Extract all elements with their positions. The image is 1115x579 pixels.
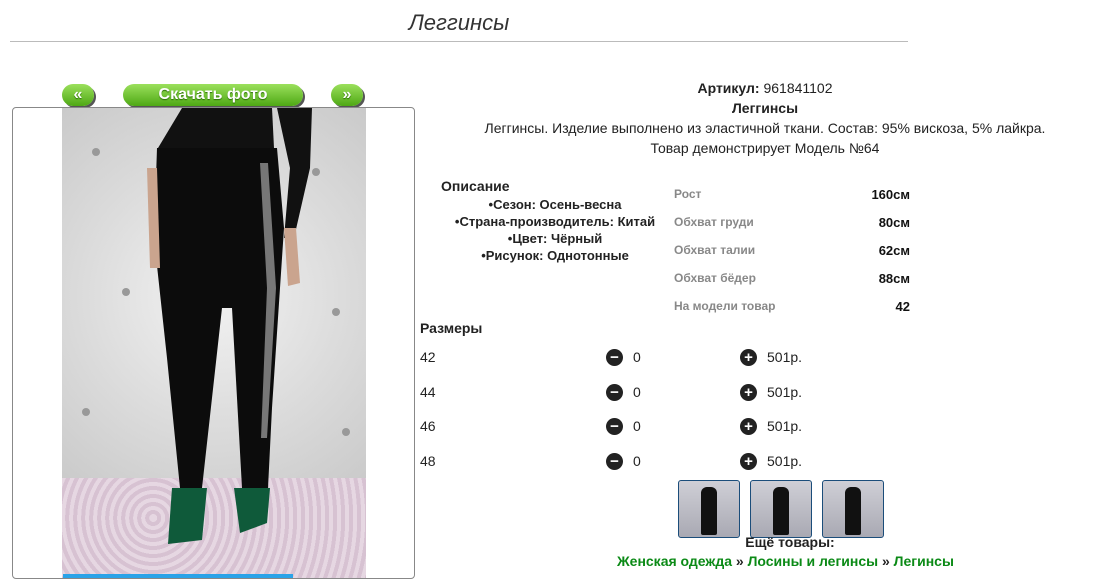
description-block: Описание Сезон: Осень-весна Страна-произ… <box>420 176 690 264</box>
size-price: 501р. <box>767 384 803 400</box>
measure-label: Рост <box>674 187 702 201</box>
model-figure <box>147 108 312 544</box>
measure-row: Обхват талии 62см <box>674 236 910 264</box>
plus-icon[interactable]: + <box>740 349 757 366</box>
measure-row: Обхват груди 80см <box>674 208 910 236</box>
measure-label: На модели товар <box>674 299 776 313</box>
more-products-title: Ещё товары: <box>745 534 835 550</box>
sizes-title: Размеры <box>420 320 483 336</box>
size-value: 46 <box>420 418 436 434</box>
model-note: Товар демонстрирует Модель №64 <box>650 140 880 156</box>
size-price: 501р. <box>767 349 803 365</box>
size-value: 48 <box>420 453 436 469</box>
size-price: 501р. <box>767 418 803 434</box>
thumbnail[interactable] <box>822 480 884 538</box>
minus-icon[interactable]: − <box>606 453 623 470</box>
breadcrumb-link[interactable]: Женская одежда <box>617 553 732 569</box>
description-item: Сезон: Осень-весна <box>420 196 690 213</box>
article-number: 961841102 <box>763 80 833 96</box>
measure-label: Обхват груди <box>674 215 754 229</box>
prev-photo-button[interactable]: « <box>62 84 94 106</box>
size-price: 501р. <box>767 453 803 469</box>
measure-value: 160см <box>871 186 910 202</box>
thumbnail[interactable] <box>678 480 740 538</box>
product-photo-frame <box>12 107 415 579</box>
product-photo[interactable] <box>62 108 366 578</box>
plus-icon[interactable]: + <box>740 453 757 470</box>
quantity-value: 0 <box>633 453 641 469</box>
minus-icon[interactable]: − <box>606 418 623 435</box>
measure-row: На модели товар 42 <box>674 292 910 320</box>
quantity-value: 0 <box>633 349 641 365</box>
description-item: Страна-производитель: Китай <box>420 213 690 230</box>
breadcrumb-separator: » <box>735 553 744 569</box>
download-photo-button[interactable]: Скачать фото <box>123 84 303 106</box>
size-value: 44 <box>420 384 436 400</box>
minus-icon[interactable]: − <box>606 384 623 401</box>
measure-value: 42 <box>895 298 910 314</box>
thumbnail[interactable] <box>750 480 812 538</box>
article-label: Артикул: <box>697 80 760 96</box>
size-row: 48 − 0 + 501р. <box>420 453 840 473</box>
measure-label: Обхват бёдер <box>674 271 756 285</box>
measure-label: Обхват талии <box>674 243 756 257</box>
quantity-value: 0 <box>633 384 641 400</box>
breadcrumb-separator: » <box>881 553 890 569</box>
minus-icon[interactable]: − <box>606 349 623 366</box>
measure-row: Рост 160см <box>674 180 910 208</box>
size-value: 42 <box>420 349 436 365</box>
product-description: Леггинсы. Изделие выполнено из эластично… <box>484 120 1046 136</box>
measure-value: 62см <box>878 242 910 258</box>
breadcrumb: Женская одежда » Лосины и легинсы » Леги… <box>617 553 954 569</box>
plus-icon[interactable]: + <box>740 384 757 401</box>
model-measurements: Рост 160см Обхват груди 80см Обхват талии 6… <box>674 180 910 320</box>
measure-value: 80см <box>878 214 910 230</box>
plus-icon[interactable]: + <box>740 418 757 435</box>
size-row: 44 − 0 + 501р. <box>420 384 840 404</box>
description-item: Цвет: Чёрный <box>420 230 690 247</box>
quantity-value: 0 <box>633 418 641 434</box>
measure-value: 88см <box>878 270 910 286</box>
product-name: Леггинсы <box>731 100 799 116</box>
description-title: Описание <box>441 178 510 194</box>
next-photo-button[interactable]: » <box>331 84 363 106</box>
breadcrumb-link[interactable]: Легинсы <box>894 553 954 569</box>
size-row: 46 − 0 + 501р. <box>420 418 840 438</box>
breadcrumb-link[interactable]: Лосины и легинсы <box>748 553 879 569</box>
measure-row: Обхват бёдер 88см <box>674 264 910 292</box>
page-title: Леггинсы <box>10 10 908 42</box>
description-item: Рисунок: Однотонные <box>420 247 690 264</box>
size-row: 42 − 0 + 501р. <box>420 349 840 369</box>
